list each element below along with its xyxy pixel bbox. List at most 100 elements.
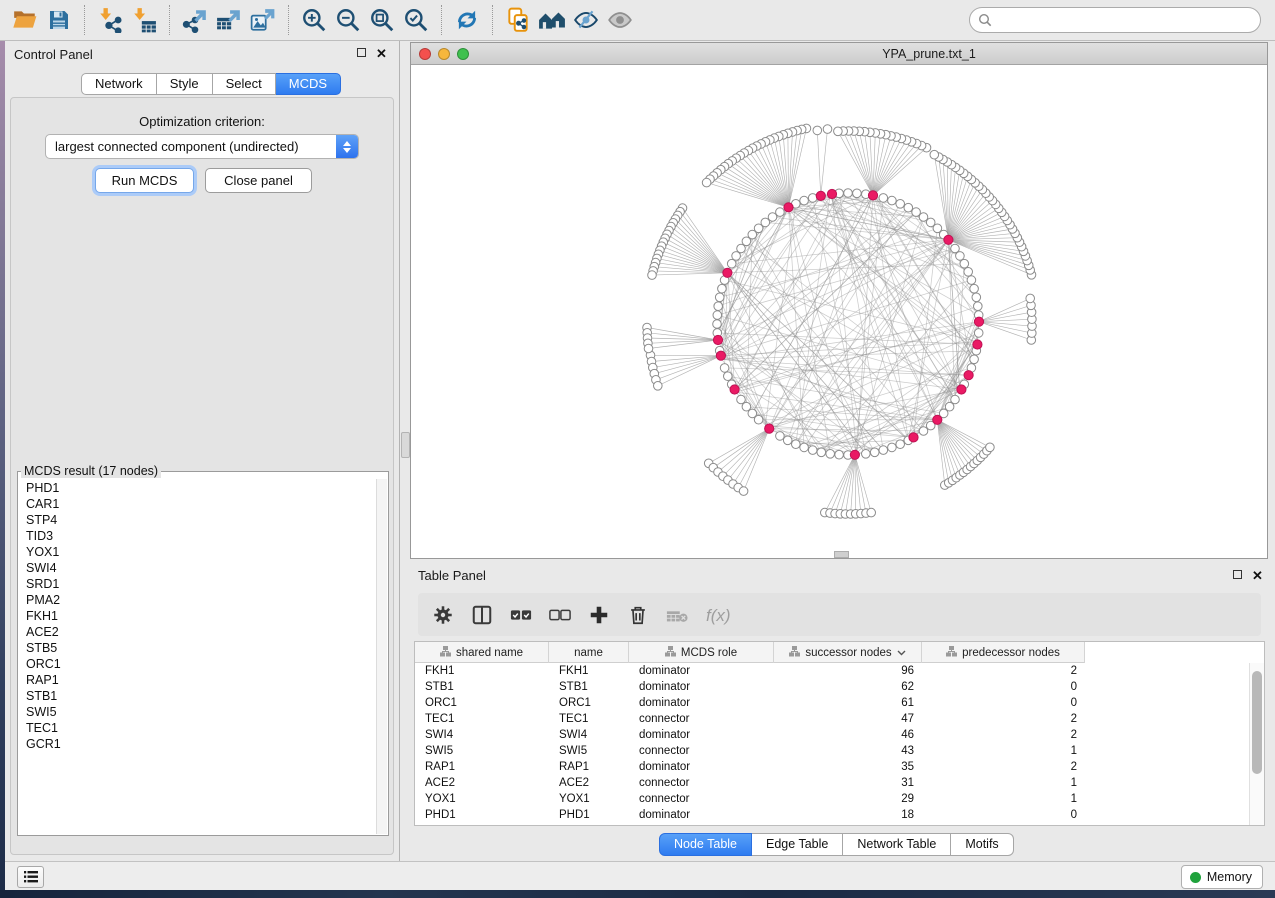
- mcds-result-item[interactable]: TEC1: [26, 720, 388, 736]
- tab-motifs[interactable]: Motifs: [951, 833, 1013, 856]
- unselect-all-columns-button[interactable]: [548, 603, 572, 627]
- close-panel-button[interactable]: Close panel: [205, 168, 312, 193]
- table-row[interactable]: RAP1RAP1dominator352: [415, 759, 1249, 775]
- column-header-name[interactable]: name: [549, 642, 629, 663]
- table-vertical-scrollbar[interactable]: [1249, 663, 1264, 825]
- table-settings-button[interactable]: [431, 603, 455, 627]
- table-row[interactable]: TEC1TEC1connector472: [415, 711, 1249, 727]
- zoom-fit-button[interactable]: [367, 5, 397, 35]
- network-graph[interactable]: [411, 65, 1267, 558]
- toolbar-separator: [288, 5, 289, 35]
- table-row[interactable]: PHD1PHD1dominator180: [415, 807, 1249, 823]
- mcds-result-box: MCDS result (17 nodes) PHD1CAR1STP4TID3Y…: [17, 464, 389, 836]
- column-header-MCDS-role[interactable]: MCDS role: [629, 642, 774, 663]
- mcds-result-item[interactable]: TID3: [26, 528, 388, 544]
- optimization-criterion-select[interactable]: largest connected component (undirected): [45, 134, 359, 159]
- mcds-result-item[interactable]: ORC1: [26, 656, 388, 672]
- mcds-result-item[interactable]: PHD1: [26, 480, 388, 496]
- automation-panel-button[interactable]: [17, 866, 44, 888]
- column-label: predecessor nodes: [962, 647, 1060, 659]
- column-header-shared-name[interactable]: shared name: [415, 642, 549, 663]
- delete-column-button[interactable]: [626, 603, 650, 627]
- column-label: successor nodes: [805, 647, 891, 659]
- panel-splitter-handle[interactable]: [401, 432, 410, 458]
- table-cell: 1: [922, 743, 1085, 759]
- open-session-button[interactable]: [10, 5, 40, 35]
- table-cell: 61: [774, 695, 922, 711]
- tab-network[interactable]: Network: [81, 73, 157, 95]
- network-canvas[interactable]: [411, 65, 1267, 558]
- run-mcds-button[interactable]: Run MCDS: [95, 168, 194, 193]
- table-row[interactable]: SWI5SWI5connector431: [415, 743, 1249, 759]
- control-panel-close-button[interactable]: ✕: [376, 48, 388, 60]
- tab-style[interactable]: Style: [157, 73, 213, 95]
- export-table-button[interactable]: [214, 5, 244, 35]
- window-minimize-icon[interactable]: [438, 48, 450, 60]
- export-table-icon: [216, 7, 242, 33]
- save-session-button[interactable]: [44, 5, 74, 35]
- table-panel-close-button[interactable]: ✕: [1252, 570, 1264, 582]
- mcds-result-item[interactable]: SWI4: [26, 560, 388, 576]
- mcds-result-item[interactable]: SRD1: [26, 576, 388, 592]
- hide-selected-button[interactable]: [571, 5, 601, 35]
- table-row[interactable]: ORC1ORC1dominator610: [415, 695, 1249, 711]
- zoom-selected-button[interactable]: [401, 5, 431, 35]
- select-all-columns-button[interactable]: [509, 603, 533, 627]
- tab-network-table[interactable]: Network Table: [843, 833, 951, 856]
- column-label: shared name: [456, 647, 523, 659]
- mcds-result-item[interactable]: STB5: [26, 640, 388, 656]
- mcds-result-item[interactable]: YOX1: [26, 544, 388, 560]
- checked-boxes-icon: [509, 604, 533, 626]
- mcds-result-item[interactable]: ACE2: [26, 624, 388, 640]
- mcds-result-item[interactable]: SWI5: [26, 704, 388, 720]
- export-image-button[interactable]: [248, 5, 278, 35]
- create-column-button[interactable]: [587, 603, 611, 627]
- window-close-icon[interactable]: [419, 48, 431, 60]
- mcds-list-scrollbar[interactable]: [376, 479, 387, 834]
- tab-select[interactable]: Select: [213, 73, 276, 95]
- mcds-result-item[interactable]: PMA2: [26, 592, 388, 608]
- import-network-button[interactable]: [95, 5, 125, 35]
- tab-edge-table[interactable]: Edge Table: [752, 833, 843, 856]
- split-columns-icon: [471, 604, 493, 626]
- window-maximize-icon[interactable]: [457, 48, 469, 60]
- zoom-in-button[interactable]: [299, 5, 329, 35]
- clone-network-button[interactable]: [503, 5, 533, 35]
- export-network-button[interactable]: [180, 5, 210, 35]
- horizontal-splitter-handle[interactable]: [834, 551, 849, 558]
- table-cell: TEC1: [415, 711, 549, 727]
- table-row[interactable]: STB1STB1dominator620: [415, 679, 1249, 695]
- zoom-out-button[interactable]: [333, 5, 363, 35]
- tab-mcds[interactable]: MCDS: [276, 73, 341, 95]
- mcds-result-item[interactable]: STP4: [26, 512, 388, 528]
- mcds-result-item[interactable]: CAR1: [26, 496, 388, 512]
- table-panel-float-button[interactable]: [1233, 570, 1245, 582]
- table-row[interactable]: SWI4SWI4dominator462: [415, 727, 1249, 743]
- list-icon: [23, 870, 39, 884]
- mcds-result-item[interactable]: RAP1: [26, 672, 388, 688]
- column-header-predecessor-nodes[interactable]: predecessor nodes: [922, 642, 1085, 663]
- tab-node-table[interactable]: Node Table: [659, 833, 752, 856]
- function-builder-button[interactable]: f(x): [704, 603, 738, 627]
- table-row[interactable]: YOX1YOX1connector291: [415, 791, 1249, 807]
- table-cell: dominator: [629, 727, 774, 743]
- refresh-button[interactable]: [452, 5, 482, 35]
- mcds-result-item[interactable]: GCR1: [26, 736, 388, 752]
- app-window: Control Panel ✕ NetworkStyleSelectMCDS O…: [0, 0, 1275, 898]
- scrollbar-thumb[interactable]: [1252, 671, 1262, 774]
- control-panel-float-button[interactable]: [357, 48, 369, 60]
- network-window-titlebar[interactable]: YPA_prune.txt_1: [411, 43, 1267, 65]
- mcds-result-item[interactable]: STB1: [26, 688, 388, 704]
- table-row[interactable]: ACE2ACE2connector311: [415, 775, 1249, 791]
- table-row[interactable]: FKH1FKH1dominator962: [415, 663, 1249, 679]
- table-cell: SWI5: [415, 743, 549, 759]
- search-input[interactable]: [969, 7, 1261, 33]
- mcds-result-item[interactable]: FKH1: [26, 608, 388, 624]
- first-neighbors-button[interactable]: [537, 5, 567, 35]
- column-header-successor-nodes[interactable]: successor nodes: [774, 642, 922, 663]
- memory-button[interactable]: Memory: [1181, 865, 1263, 889]
- show-column-panel-button[interactable]: [470, 603, 494, 627]
- import-table-button[interactable]: [129, 5, 159, 35]
- delete-table-button[interactable]: [665, 603, 689, 627]
- show-all-button[interactable]: [605, 5, 635, 35]
